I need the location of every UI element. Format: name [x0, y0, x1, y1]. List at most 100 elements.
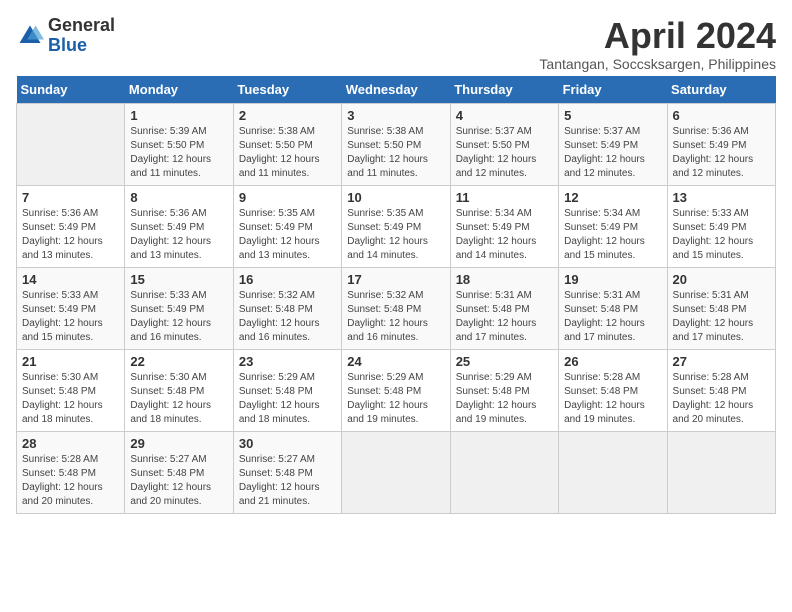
day-info: Sunrise: 5:38 AM Sunset: 5:50 PM Dayligh… — [347, 125, 444, 181]
day-number: 8 — [130, 190, 227, 205]
day-number: 3 — [347, 108, 444, 123]
calendar-week-row: 28Sunrise: 5:28 AM Sunset: 5:48 PM Dayli… — [17, 431, 776, 513]
day-number: 4 — [456, 108, 553, 123]
calendar-cell: 8Sunrise: 5:36 AM Sunset: 5:49 PM Daylig… — [125, 185, 233, 267]
day-info: Sunrise: 5:29 AM Sunset: 5:48 PM Dayligh… — [347, 371, 444, 427]
calendar-cell: 4 Sunrise: 5:37 AM Sunset: 5:50 PM Daylig… — [450, 103, 558, 185]
day-number: 30 — [239, 436, 336, 451]
calendar-cell: 10 Sunrise: 5:35 AM Sunset: 5:49 PM Dayli… — [342, 185, 450, 267]
day-number: 7 — [22, 190, 119, 205]
calendar-cell: 24 Sunrise: 5:29 AM Sunset: 5:48 PM Dayli… — [342, 349, 450, 431]
day-info: Sunrise: 5:32 AM Sunset: 5:48 PM Dayligh… — [239, 289, 336, 345]
title-section: April 2024 Tantangan, Soccsksargen, Phil… — [539, 16, 776, 72]
day-info: Sunrise: 5:29 AM Sunset: 5:48 PM Dayligh… — [239, 371, 336, 427]
calendar-cell: 11 Sunrise: 5:34 AM Sunset: 5:49 PM Dayli… — [450, 185, 558, 267]
calendar-cell: 26Sunrise: 5:28 AM Sunset: 5:48 PM Dayli… — [559, 349, 667, 431]
day-number: 24 — [347, 354, 444, 369]
calendar-cell: 22 Sunrise: 5:30 AM Sunset: 5:48 PM Dayli… — [125, 349, 233, 431]
day-number: 28 — [22, 436, 119, 451]
day-info: Sunrise: 5:38 AM Sunset: 5:50 PM Dayligh… — [239, 125, 336, 181]
calendar-cell: 25 Sunrise: 5:29 AM Sunset: 5:48 PM Dayli… — [450, 349, 558, 431]
page-header: General Blue April 2024 Tantangan, Soccs… — [16, 16, 776, 72]
calendar-cell: 7 Sunrise: 5:36 AM Sunset: 5:49 PM Daylig… — [17, 185, 125, 267]
day-number: 27 — [673, 354, 770, 369]
day-info: Sunrise: 5:31 AM Sunset: 5:48 PM Dayligh… — [564, 289, 661, 345]
day-number: 6 — [673, 108, 770, 123]
day-info: Sunrise: 5:34 AM Sunset: 5:49 PM Dayligh… — [564, 207, 661, 263]
month-title: April 2024 — [539, 16, 776, 56]
calendar-cell: 3 Sunrise: 5:38 AM Sunset: 5:50 PM Daylig… — [342, 103, 450, 185]
calendar-cell: 12 Sunrise: 5:34 AM Sunset: 5:49 PM Dayli… — [559, 185, 667, 267]
calendar-cell: 9 Sunrise: 5:35 AM Sunset: 5:49 PM Daylig… — [233, 185, 341, 267]
day-info: Sunrise: 5:33 AM Sunset: 5:49 PM Dayligh… — [130, 289, 227, 345]
calendar-cell: 19 Sunrise: 5:31 AM Sunset: 5:48 PM Dayli… — [559, 267, 667, 349]
day-info: Sunrise: 5:36 AM Sunset: 5:49 PM Dayligh… — [22, 207, 119, 263]
calendar-week-row: 1 Sunrise: 5:39 AM Sunset: 5:50 PM Daylig… — [17, 103, 776, 185]
logo: General Blue — [16, 16, 115, 56]
day-info: Sunrise: 5:31 AM Sunset: 5:48 PM Dayligh… — [456, 289, 553, 345]
day-info: Sunrise: 5:37 AM Sunset: 5:49 PM Dayligh… — [564, 125, 661, 181]
day-number: 25 — [456, 354, 553, 369]
calendar-cell — [342, 431, 450, 513]
calendar-cell — [17, 103, 125, 185]
calendar-cell: 20 Sunrise: 5:31 AM Sunset: 5:48 PM Dayli… — [667, 267, 775, 349]
calendar-week-row: 7 Sunrise: 5:36 AM Sunset: 5:49 PM Daylig… — [17, 185, 776, 267]
logo-blue-text: Blue — [48, 35, 87, 55]
day-info: Sunrise: 5:37 AM Sunset: 5:50 PM Dayligh… — [456, 125, 553, 181]
day-info: Sunrise: 5:35 AM Sunset: 5:49 PM Dayligh… — [347, 207, 444, 263]
calendar-week-row: 21 Sunrise: 5:30 AM Sunset: 5:48 PM Dayli… — [17, 349, 776, 431]
day-info: Sunrise: 5:30 AM Sunset: 5:48 PM Dayligh… — [22, 371, 119, 427]
calendar-cell — [559, 431, 667, 513]
day-number: 26 — [564, 354, 661, 369]
day-of-week-header: Monday — [125, 76, 233, 104]
day-info: Sunrise: 5:36 AM Sunset: 5:49 PM Dayligh… — [673, 125, 770, 181]
calendar-cell: 28Sunrise: 5:28 AM Sunset: 5:48 PM Dayli… — [17, 431, 125, 513]
day-number: 13 — [673, 190, 770, 205]
day-info: Sunrise: 5:29 AM Sunset: 5:48 PM Dayligh… — [456, 371, 553, 427]
day-info: Sunrise: 5:31 AM Sunset: 5:48 PM Dayligh… — [673, 289, 770, 345]
day-number: 21 — [22, 354, 119, 369]
day-info: Sunrise: 5:28 AM Sunset: 5:48 PM Dayligh… — [673, 371, 770, 427]
day-number: 5 — [564, 108, 661, 123]
calendar-cell: 23 Sunrise: 5:29 AM Sunset: 5:48 PM Dayli… — [233, 349, 341, 431]
day-info: Sunrise: 5:30 AM Sunset: 5:48 PM Dayligh… — [130, 371, 227, 427]
location: Tantangan, Soccsksargen, Philippines — [539, 56, 776, 72]
day-of-week-header: Saturday — [667, 76, 775, 104]
calendar-header-row: SundayMondayTuesdayWednesdayThursdayFrid… — [17, 76, 776, 104]
day-number: 14 — [22, 272, 119, 287]
day-number: 10 — [347, 190, 444, 205]
day-number: 9 — [239, 190, 336, 205]
calendar-cell: 17 Sunrise: 5:32 AM Sunset: 5:48 PM Dayli… — [342, 267, 450, 349]
calendar-cell: 16 Sunrise: 5:32 AM Sunset: 5:48 PM Dayli… — [233, 267, 341, 349]
day-info: Sunrise: 5:35 AM Sunset: 5:49 PM Dayligh… — [239, 207, 336, 263]
day-number: 12 — [564, 190, 661, 205]
calendar-cell: 30Sunrise: 5:27 AM Sunset: 5:48 PM Dayli… — [233, 431, 341, 513]
day-info: Sunrise: 5:34 AM Sunset: 5:49 PM Dayligh… — [456, 207, 553, 263]
day-number: 11 — [456, 190, 553, 205]
calendar-cell — [667, 431, 775, 513]
day-info: Sunrise: 5:33 AM Sunset: 5:49 PM Dayligh… — [673, 207, 770, 263]
day-number: 22 — [130, 354, 227, 369]
day-number: 23 — [239, 354, 336, 369]
day-number: 20 — [673, 272, 770, 287]
day-info: Sunrise: 5:32 AM Sunset: 5:48 PM Dayligh… — [347, 289, 444, 345]
day-info: Sunrise: 5:33 AM Sunset: 5:49 PM Dayligh… — [22, 289, 119, 345]
calendar-cell: 18 Sunrise: 5:31 AM Sunset: 5:48 PM Dayli… — [450, 267, 558, 349]
logo-general-text: General — [48, 15, 115, 35]
day-number: 18 — [456, 272, 553, 287]
day-number: 1 — [130, 108, 227, 123]
logo-icon — [16, 22, 44, 50]
day-of-week-header: Friday — [559, 76, 667, 104]
day-number: 2 — [239, 108, 336, 123]
calendar-cell: 5 Sunrise: 5:37 AM Sunset: 5:49 PM Daylig… — [559, 103, 667, 185]
day-of-week-header: Wednesday — [342, 76, 450, 104]
calendar-cell: 29Sunrise: 5:27 AM Sunset: 5:48 PM Dayli… — [125, 431, 233, 513]
day-number: 17 — [347, 272, 444, 287]
day-number: 29 — [130, 436, 227, 451]
calendar-cell: 15Sunrise: 5:33 AM Sunset: 5:49 PM Dayli… — [125, 267, 233, 349]
day-number: 19 — [564, 272, 661, 287]
day-info: Sunrise: 5:39 AM Sunset: 5:50 PM Dayligh… — [130, 125, 227, 181]
day-of-week-header: Thursday — [450, 76, 558, 104]
calendar-cell: 6 Sunrise: 5:36 AM Sunset: 5:49 PM Daylig… — [667, 103, 775, 185]
day-number: 16 — [239, 272, 336, 287]
